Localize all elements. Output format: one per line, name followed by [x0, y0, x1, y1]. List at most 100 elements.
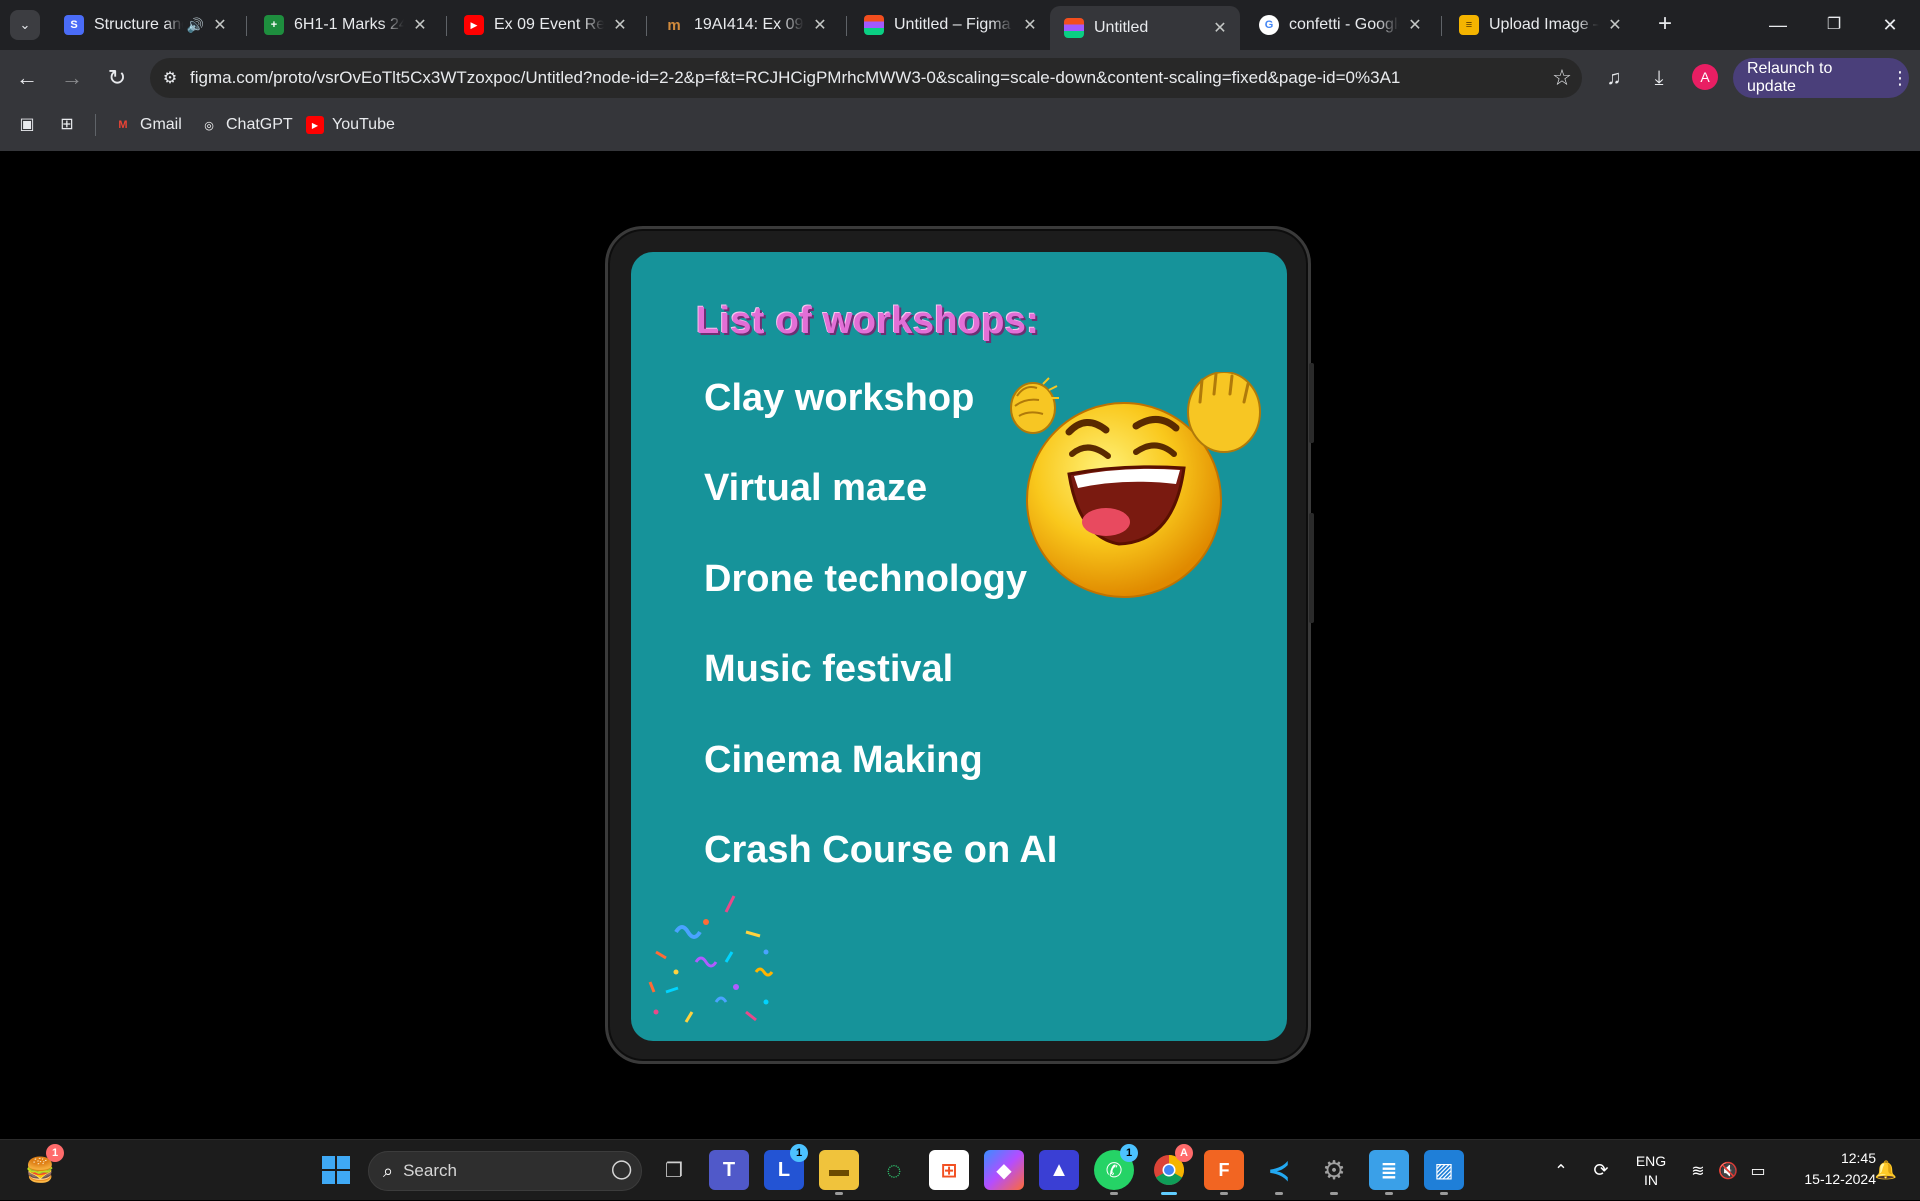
start-button[interactable] [316, 1150, 356, 1190]
device-side-button [1309, 513, 1314, 623]
sync-tray-button[interactable]: ⟳ [1586, 1140, 1616, 1201]
teams-button[interactable]: T [709, 1150, 749, 1190]
tab-close-icon[interactable]: ✕ [610, 15, 630, 35]
youtube-icon: ▶ [306, 116, 324, 134]
battery-icon[interactable]: ▭ [1744, 1140, 1772, 1201]
new-tab-button[interactable]: + [1650, 10, 1680, 40]
tab-event-registration[interactable]: ▶ Ex 09 Event Regi ✕ [450, 6, 640, 44]
task-view-button[interactable]: ❐ [654, 1150, 694, 1190]
chrome-button[interactable]: A [1149, 1144, 1193, 1195]
browser-chrome: ⌄ S Structure and 🔊 ✕ + 6H1-1 Marks 24- … [0, 0, 1920, 151]
tab-close-icon[interactable]: ✕ [1405, 15, 1425, 35]
workshop-item: Crash Course on AI [704, 829, 1058, 871]
tab-title: Ex 09 Event Regi [494, 16, 604, 33]
prototype-screen[interactable]: List of workshops: Clay workshop Virtual… [631, 252, 1287, 1041]
system-clock[interactable]: 12:45 15-12-2024 [1786, 1148, 1876, 1190]
bookmark-chatgpt[interactable]: ◎ ChatGPT [200, 114, 293, 136]
notification-bell-icon[interactable]: 🔔 [1872, 1140, 1900, 1201]
more-vert-icon: ⋮ [1891, 67, 1909, 88]
workshop-item: Drone technology [704, 558, 1028, 600]
widgets-button[interactable]: 🍔 1 [20, 1144, 64, 1190]
profile-avatar[interactable]: A [1692, 64, 1718, 90]
store-icon: ⊞ [940, 1159, 958, 1182]
tab-search-button[interactable]: ⌄ [10, 10, 40, 40]
tab-upload-image[interactable]: ≡ Upload Image – ✕ [1445, 6, 1635, 44]
restore-button[interactable]: ❐ [1806, 8, 1862, 42]
photos-icon: ▨ [1434, 1159, 1454, 1182]
download-icon[interactable]: ⤓ [1643, 62, 1675, 94]
tab-close-icon[interactable]: ✕ [1605, 15, 1625, 35]
tab-structure[interactable]: S Structure and 🔊 ✕ [50, 6, 240, 44]
wifi-icon[interactable]: ≋ [1684, 1140, 1712, 1201]
volume-muted-icon[interactable]: 🔇 [1714, 1140, 1742, 1201]
bookmarks-bar: ▣ ⊞ M Gmail ◎ ChatGPT ▶ YouTube [0, 106, 1920, 144]
notepad-icon: ≣ [1380, 1159, 1398, 1182]
minimize-button[interactable]: — [1750, 8, 1806, 42]
settings-button[interactable]: ⚙ [1314, 1150, 1354, 1195]
language-top: ENG [1635, 1152, 1667, 1169]
tab-untitled-figma[interactable]: Untitled – Figma ✕ [850, 6, 1050, 44]
tab-close-icon[interactable]: ✕ [210, 15, 230, 35]
tab-close-icon[interactable]: ✕ [410, 15, 430, 35]
laughing-emoji-icon [1026, 372, 1261, 598]
device-side-button [1309, 363, 1314, 443]
refresh-app-button[interactable]: ◌ [874, 1150, 914, 1190]
browser-toolbar: ← → ↻ ⚙ figma.com/proto/vsrOvEoTlt5Cx3WT… [0, 50, 1920, 106]
tab-untitled-active[interactable]: Untitled ✕ [1050, 6, 1240, 50]
reload-button[interactable]: ↻ [99, 60, 135, 96]
arc-app-button[interactable]: ▲ [1039, 1150, 1079, 1190]
workshop-item: Music festival [704, 648, 954, 690]
tab-close-icon[interactable]: ✕ [1020, 15, 1040, 35]
search-label: Search [403, 1161, 457, 1180]
tab-title: Untitled [1094, 19, 1149, 36]
chrome-profile-badge: A [1175, 1144, 1193, 1162]
apps-grid-icon[interactable]: ⊞ [56, 114, 78, 136]
tab-confetti-google[interactable]: G confetti - Google ✕ [1245, 6, 1435, 44]
tab-favicon-icon: S [64, 15, 84, 35]
bookmark-gmail[interactable]: M Gmail [114, 114, 181, 136]
widgets-badge: 1 [46, 1144, 64, 1162]
copilot-icon: ◆ [996, 1159, 1012, 1182]
forward-button[interactable]: → [54, 60, 90, 96]
sheets-icon: + [264, 15, 284, 35]
vscode-button[interactable]: ≺ [1259, 1150, 1299, 1195]
taskbar-search-input[interactable]: ⌕ Search 🌕 [368, 1151, 642, 1191]
workshop-item: Cinema Making [704, 739, 983, 781]
page-title: List of workshops: [696, 300, 1040, 342]
close-window-button[interactable]: ✕ [1862, 8, 1918, 42]
tab-19ai414[interactable]: m 19AI414: Ex 09 - ✕ [650, 6, 840, 44]
tab-close-icon[interactable]: ✕ [810, 15, 830, 35]
youtube-icon: ▶ [464, 15, 484, 35]
language-indicator[interactable]: ENG IN [1626, 1140, 1676, 1201]
photos-button[interactable]: ▨ [1424, 1150, 1464, 1195]
site-info-icon[interactable]: ⚙ [150, 68, 190, 88]
microsoft-store-button[interactable]: ⊞ [929, 1150, 969, 1190]
tab-marks[interactable]: + 6H1-1 Marks 24- ✕ [250, 6, 440, 44]
tab-separator [1441, 16, 1442, 36]
speaker-icon[interactable]: 🔊 [187, 17, 204, 34]
l-app-button[interactable]: L 1 [764, 1144, 808, 1190]
file-explorer-button[interactable]: ▬ [819, 1150, 859, 1195]
show-hidden-icons-button[interactable]: ⌃ [1546, 1140, 1576, 1201]
clock-time: 12:45 [1840, 1150, 1876, 1166]
whatsapp-button[interactable]: ✆ 1 [1094, 1144, 1138, 1195]
copilot-button[interactable]: ◆ [984, 1150, 1024, 1190]
media-controls-icon[interactable]: ♫ [1598, 62, 1630, 94]
waving-hand [1187, 372, 1261, 453]
tab-title: Untitled – Figma [894, 16, 1011, 33]
f-app-icon: F [1218, 1159, 1230, 1180]
notepad-button[interactable]: ≣ [1369, 1150, 1409, 1195]
vscode-icon: ≺ [1267, 1154, 1291, 1186]
google-icon: G [1259, 15, 1279, 35]
back-button[interactable]: ← [9, 60, 45, 96]
figma-icon [864, 15, 884, 35]
relaunch-button[interactable]: Relaunch to update ⋮ [1733, 58, 1909, 98]
bookmark-youtube[interactable]: ▶ YouTube [306, 114, 395, 136]
address-bar[interactable]: ⚙ figma.com/proto/vsrOvEoTlt5Cx3WTzoxpoc… [150, 58, 1582, 98]
bookmark-star-icon[interactable]: ☆ [1542, 65, 1582, 91]
url-text[interactable]: figma.com/proto/vsrOvEoTlt5Cx3WTzoxpoc/U… [190, 68, 1542, 88]
fusion-app-button[interactable]: F [1204, 1150, 1244, 1195]
tab-groups-icon[interactable]: ▣ [16, 114, 38, 136]
tab-close-icon[interactable]: ✕ [1210, 18, 1230, 38]
search-icon: ⌕ [383, 1160, 394, 1181]
